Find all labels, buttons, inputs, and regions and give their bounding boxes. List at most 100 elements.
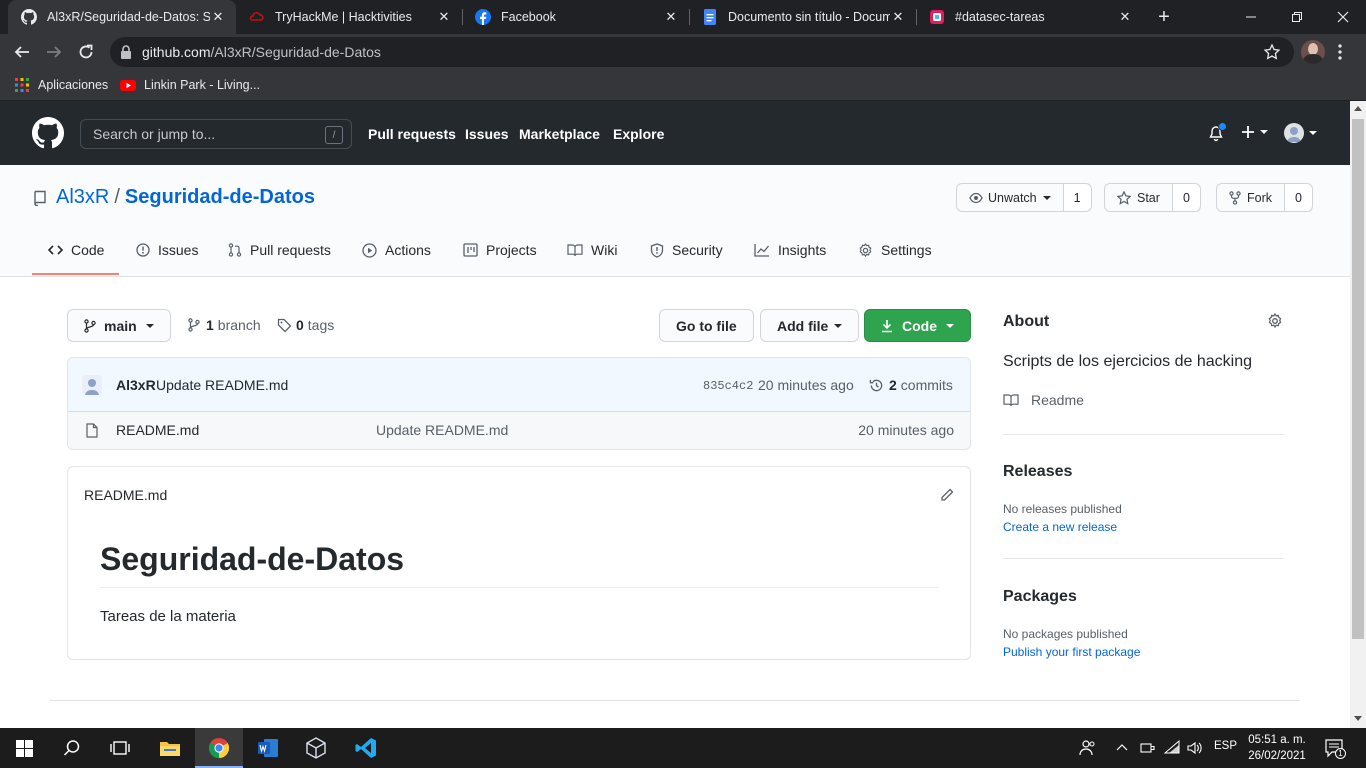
tab-code[interactable]: Code (48, 242, 104, 258)
browser-toolbar: github.com/Al3xR/Seguridad-de-Datos (0, 34, 1366, 70)
nav-issues[interactable]: Issues (465, 126, 509, 142)
repo-path-separator: / (114, 186, 120, 208)
wifi-icon[interactable] (1164, 740, 1180, 754)
create-new-dropdown[interactable] (1241, 125, 1268, 139)
input-language[interactable]: ESP (1214, 740, 1237, 752)
nav-explore[interactable]: Explore (613, 126, 664, 142)
repo-owner-link[interactable]: Al3xR (56, 186, 109, 209)
commit-author[interactable]: Al3xR (116, 377, 156, 393)
readme-filename[interactable]: README.md (84, 487, 167, 503)
gear-icon[interactable] (1267, 313, 1283, 329)
repo-name-link[interactable]: Seguridad-de-Datos (125, 186, 315, 209)
back-arrow-icon[interactable] (8, 38, 36, 66)
file-browser: Al3xR Update README.md 835c4c2 20 minute… (67, 357, 971, 450)
star-button[interactable]: Star (1105, 184, 1173, 211)
forward-arrow-icon[interactable] (40, 38, 68, 66)
volume-icon[interactable] (1186, 740, 1204, 756)
fork-count[interactable]: 0 (1285, 184, 1312, 211)
word-icon[interactable] (244, 728, 292, 768)
unwatch-button[interactable]: Unwatch (957, 184, 1064, 211)
branch-select-button[interactable]: main (67, 309, 171, 342)
watch-count[interactable]: 1 (1063, 184, 1091, 211)
commit-hash[interactable]: 835c4c2 (703, 379, 753, 393)
tab-pull-requests[interactable]: Pull requests (228, 242, 331, 258)
branches-link[interactable]: 1 branch (188, 317, 261, 333)
close-window-icon[interactable] (1320, 0, 1366, 34)
bookmark-apps[interactable]: Aplicaciones (14, 77, 108, 93)
close-tab-icon[interactable]: ✕ (1117, 9, 1133, 25)
fork-button[interactable]: Fork (1217, 184, 1285, 211)
add-file-button[interactable]: Add file (760, 309, 860, 342)
file-commit-message[interactable]: Update README.md (376, 422, 508, 438)
browser-tab-github[interactable]: Al3xR/Seguridad-de-Datos: Sc ✕ (8, 0, 236, 34)
tab-projects[interactable]: Projects (463, 242, 537, 258)
tab-settings[interactable]: Settings (858, 242, 932, 258)
lock-icon[interactable] (120, 45, 132, 59)
author-avatar[interactable] (82, 375, 102, 395)
packages-heading[interactable]: Packages (1003, 588, 1077, 606)
bookmark-star-icon[interactable] (1264, 44, 1280, 60)
close-tab-icon[interactable]: ✕ (663, 9, 679, 25)
address-bar[interactable]: github.com/Al3xR/Seguridad-de-Datos (110, 37, 1294, 67)
sidebar-divider (1003, 558, 1283, 559)
battery-power-icon[interactable] (1140, 741, 1156, 755)
go-to-file-button[interactable]: Go to file (659, 309, 754, 342)
browser-tab-slack[interactable]: #datasec-tareas ✕ (916, 0, 1143, 34)
file-row[interactable]: README.md Update README.md 20 minutes ag… (68, 412, 970, 449)
scrollbar-thumb[interactable] (1352, 119, 1364, 639)
action-center-icon[interactable]: 1 (1324, 738, 1346, 759)
tab-issues[interactable]: Issues (136, 242, 198, 258)
new-tab-plus-icon[interactable]: + (1152, 5, 1176, 29)
task-view-icon[interactable] (96, 728, 144, 768)
browser-tab-docs[interactable]: Documento sin título - Docum ✕ (689, 0, 916, 34)
close-tab-icon[interactable]: ✕ (210, 9, 226, 25)
code-download-button[interactable]: Code (864, 309, 971, 342)
browser-tab-strip: Al3xR/Seguridad-de-Datos: Sc ✕ TryHackMe… (0, 0, 1366, 34)
browser-menu-icon[interactable] (1338, 44, 1342, 60)
file-explorer-icon[interactable] (146, 728, 194, 768)
tab-insights[interactable]: Insights (754, 242, 826, 258)
close-tab-icon[interactable]: ✕ (890, 9, 906, 25)
commits-link[interactable]: 2 commits (869, 377, 953, 393)
windows-start-icon[interactable] (0, 728, 48, 768)
github-search-input[interactable]: Search or jump to... / (80, 119, 352, 149)
code-button-label: Code (902, 317, 937, 334)
create-release-link[interactable]: Create a new release (1003, 520, 1117, 534)
tab-actions[interactable]: Actions (362, 242, 431, 258)
readme-link[interactable]: Readme (1003, 392, 1084, 408)
people-icon[interactable] (1079, 739, 1097, 757)
restore-window-icon[interactable] (1274, 0, 1320, 34)
browser-tab-tryhackme[interactable]: TryHackMe | Hacktivities ✕ (236, 0, 462, 34)
user-menu-dropdown[interactable] (1284, 123, 1317, 143)
star-count[interactable]: 0 (1172, 184, 1200, 211)
notifications-bell-icon[interactable] (1208, 122, 1227, 142)
bookmark-linkin-park[interactable]: Linkin Park - Living... (120, 77, 260, 93)
tab-label: Issues (158, 242, 199, 258)
file-name[interactable]: README.md (116, 422, 199, 438)
tab-security[interactable]: Security (650, 242, 723, 258)
profile-avatar[interactable] (1301, 40, 1325, 64)
reload-icon[interactable] (72, 38, 100, 66)
close-tab-icon[interactable]: ✕ (436, 9, 452, 25)
nav-marketplace[interactable]: Marketplace (519, 126, 600, 142)
virtualbox-icon[interactable] (292, 728, 340, 768)
github-logo-icon[interactable] (32, 117, 64, 149)
scroll-up-arrow-icon[interactable] (1354, 106, 1362, 111)
scroll-down-arrow-icon[interactable] (1354, 716, 1362, 721)
chevron-up-icon[interactable] (1116, 743, 1128, 751)
pencil-edit-icon[interactable] (940, 488, 954, 502)
tab-wiki[interactable]: Wiki (567, 242, 617, 258)
tags-link[interactable]: 0 tags (277, 317, 334, 333)
releases-heading[interactable]: Releases (1003, 463, 1072, 481)
clock[interactable]: 05:51 a. m. 26/02/2021 (1245, 732, 1309, 764)
browser-tab-facebook[interactable]: Facebook ✕ (462, 0, 689, 34)
vscode-icon[interactable] (342, 728, 390, 768)
minimize-window-icon[interactable] (1228, 0, 1274, 34)
search-icon[interactable] (48, 728, 96, 768)
go-to-file-label: Go to file (676, 317, 737, 334)
nav-pull-requests[interactable]: Pull requests (368, 126, 456, 142)
commit-message[interactable]: Update README.md (156, 377, 288, 393)
page-scrollbar[interactable] (1350, 101, 1366, 728)
chrome-icon[interactable] (195, 728, 243, 768)
publish-package-link[interactable]: Publish your first package (1003, 645, 1140, 659)
